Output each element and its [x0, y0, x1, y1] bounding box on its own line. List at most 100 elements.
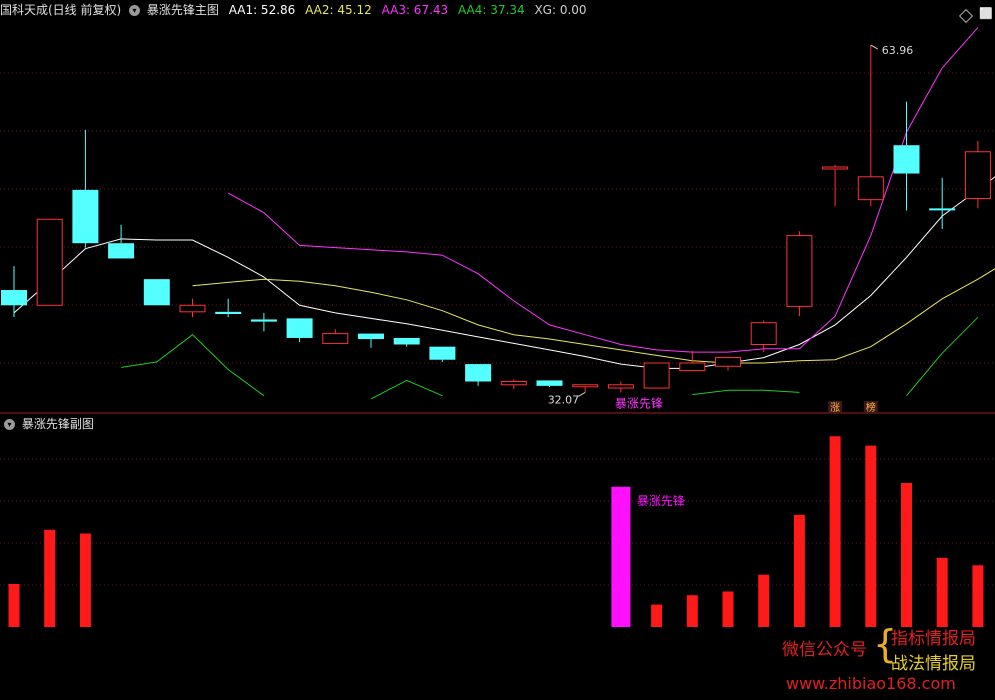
candlestick[interactable] [964, 140, 991, 209]
sub-bar[interactable] [758, 574, 770, 627]
candle-body [607, 384, 634, 389]
candle-body [500, 381, 527, 386]
sub-panel-title[interactable]: 暴涨先锋副图 [22, 417, 94, 431]
candle-body [964, 151, 991, 200]
marker-badge[interactable]: 涨 [828, 401, 843, 414]
sub-bar[interactable] [793, 514, 805, 627]
max-price-label: 63.96 [882, 44, 914, 57]
candle-body [822, 166, 849, 170]
dropdown-icon[interactable]: ▾ [129, 5, 141, 16]
candle-body [572, 384, 599, 388]
candlestick[interactable] [358, 333, 384, 348]
candlestick[interactable] [893, 101, 920, 211]
candlestick[interactable] [36, 218, 63, 306]
candlestick[interactable] [1, 266, 27, 318]
candle-body [179, 304, 206, 313]
candle-body [857, 176, 884, 201]
candlestick[interactable] [572, 384, 599, 393]
sub-bar[interactable] [686, 595, 698, 627]
watermark-url: www.zhibiao168.com [786, 674, 956, 693]
marker-text: 涨 [830, 402, 840, 414]
candle-body [1, 290, 27, 306]
candlestick[interactable] [393, 337, 420, 347]
candlestick[interactable] [322, 329, 349, 344]
candlestick[interactable] [429, 346, 456, 362]
candle-body [750, 322, 777, 345]
max-pointer [870, 44, 879, 50]
watermark-right-top: 指标情报局 [891, 629, 976, 649]
security-name[interactable]: 国科天成(日线 前复权) [0, 3, 121, 17]
sub-signal-label: 暴涨先锋 [637, 493, 685, 508]
candlestick[interactable] [857, 45, 884, 207]
candlestick[interactable] [179, 298, 206, 318]
grid-lines [0, 72, 995, 586]
candle-body [715, 357, 741, 367]
candle-body [215, 311, 242, 314]
sub-bar[interactable] [8, 583, 20, 627]
dropdown-icon[interactable]: ▾ [4, 419, 15, 430]
candlestick[interactable] [500, 379, 527, 390]
candle-body [36, 218, 63, 306]
aa4-value: AA4: 37.34 [458, 3, 525, 17]
candle-body [465, 364, 492, 382]
series-line-aa2 [192, 268, 995, 364]
candle-body [536, 380, 563, 386]
candle-body [250, 319, 277, 322]
maximize-icon[interactable]: ⬜ [979, 8, 993, 20]
candle-body [786, 235, 813, 307]
candle-body [108, 243, 135, 259]
sub-bar[interactable] [901, 483, 912, 627]
candle-body [643, 362, 670, 389]
min-pointer [577, 391, 586, 397]
watermark-left: 微信公众号 [782, 640, 867, 660]
candle-body [893, 145, 920, 174]
candlestick[interactable] [750, 320, 777, 353]
candle-body [286, 318, 313, 338]
main-panel[interactable]: 63.96 32.07 暴涨先锋 涨 榜 [1, 27, 995, 414]
series-line-aa4 [906, 316, 979, 397]
aa1-value: AA1: 52.86 [228, 3, 296, 17]
candlestick[interactable] [822, 164, 849, 207]
sub-bar[interactable] [829, 436, 841, 627]
signal-label: 暴涨先锋 [615, 395, 663, 410]
sub-bar[interactable] [972, 565, 984, 627]
series-line-aa1 [13, 176, 995, 369]
chart-canvas[interactable]: 63.96 32.07 暴涨先锋 涨 榜 暴涨先锋 [0, 0, 995, 700]
candle-body [358, 333, 384, 340]
candlestick[interactable] [465, 364, 492, 386]
candle-body [429, 346, 456, 360]
candle-body [143, 279, 170, 306]
series-line-aa4 [121, 334, 265, 397]
candlestick[interactable] [607, 381, 634, 393]
sub-bar[interactable] [865, 445, 877, 627]
candlestick[interactable] [643, 362, 670, 389]
xg-value: XG: 0.00 [534, 3, 587, 17]
candlestick[interactable] [715, 357, 741, 371]
candlestick[interactable] [786, 231, 813, 317]
sub-bar[interactable] [722, 591, 734, 627]
candlestick[interactable] [536, 380, 563, 387]
candlestick[interactable] [679, 351, 706, 372]
candle-body [72, 189, 99, 244]
aa2-value: AA2: 45.12 [305, 3, 372, 17]
candlestick[interactable] [143, 279, 170, 306]
signal-bar[interactable] [611, 486, 631, 627]
indicator-name[interactable]: 暴涨先锋主图 [147, 3, 219, 17]
sub-bar[interactable] [44, 529, 56, 627]
candlestick[interactable] [929, 177, 956, 230]
marker-badge[interactable]: 榜 [863, 401, 878, 414]
sub-bar[interactable] [79, 533, 91, 628]
candle-body [322, 333, 349, 344]
watermark-right-bottom: 战法情报局 [891, 654, 976, 674]
sub-panel-header: ▾ 暴涨先锋副图 [0, 414, 94, 434]
sub-bar[interactable] [936, 557, 948, 627]
series-line-aa4 [692, 389, 800, 396]
candlestick[interactable] [250, 312, 277, 332]
sub-bar[interactable] [651, 604, 663, 627]
candlestick[interactable] [286, 318, 313, 343]
main-panel-header: 国科天成(日线 前复权) ▾ 暴涨先锋主图 AA1: 52.86 AA2: 45… [0, 0, 587, 20]
sub-panel[interactable]: 暴涨先锋 [8, 436, 984, 628]
candlestick[interactable] [215, 298, 242, 318]
candle-body [679, 362, 706, 372]
series-line-aa4 [370, 379, 443, 400]
